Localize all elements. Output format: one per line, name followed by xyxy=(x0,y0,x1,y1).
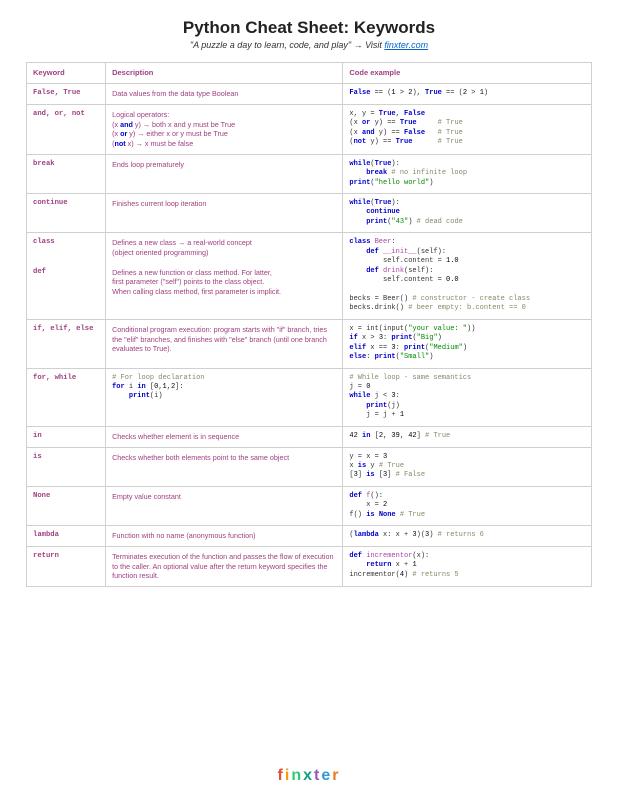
keyword-cell: continue xyxy=(27,194,106,233)
keyword-cell: return xyxy=(27,546,106,586)
description-cell: Data values from the data type Boolean xyxy=(106,84,343,105)
keywords-table: Keyword Description Code example False, … xyxy=(26,62,592,587)
table-row: NoneEmpty value constantdef f(): x = 2 f… xyxy=(27,486,592,525)
table-row: class defDefines a new class → a real-wo… xyxy=(27,233,592,320)
code-cell: False == (1 > 2), True == (2 > 1) xyxy=(343,84,592,105)
description-cell: Empty value constant xyxy=(106,486,343,525)
table-row: if, elif, elseConditional program execut… xyxy=(27,319,592,368)
footer-letter: e xyxy=(321,767,332,784)
keyword-cell: None xyxy=(27,486,106,525)
table-row: breakEnds loop prematurelywhile(True): b… xyxy=(27,154,592,193)
keyword-cell: break xyxy=(27,154,106,193)
code-cell: def f(): x = 2 f() is None # True xyxy=(343,486,592,525)
table-row: False, TrueData values from the data typ… xyxy=(27,84,592,105)
table-row: for, while# For loop declaration for i i… xyxy=(27,368,592,426)
description-cell: Ends loop prematurely xyxy=(106,154,343,193)
keyword-cell: and, or, not xyxy=(27,104,106,154)
table-row: and, or, notLogical operators:(x and y) … xyxy=(27,104,592,154)
code-cell: while(True): break # no infinite loop pr… xyxy=(343,154,592,193)
description-cell: Conditional program execution: program s… xyxy=(106,319,343,368)
table-row: isChecks whether both elements point to … xyxy=(27,447,592,486)
description-cell: Logical operators:(x and y) → both x and… xyxy=(106,104,343,154)
footer-letter: r xyxy=(332,767,340,784)
header-description: Description xyxy=(106,63,343,84)
footer-letter: n xyxy=(291,767,303,784)
keyword-cell: in xyxy=(27,426,106,447)
footer-letter: x xyxy=(303,767,314,784)
code-cell: (lambda x: x + 3)(3) # returns 6 xyxy=(343,526,592,547)
code-cell: while(True): continue print("43") # dead… xyxy=(343,194,592,233)
description-cell: Checks whether both elements point to th… xyxy=(106,447,343,486)
description-cell: Function with no name (anonymous functio… xyxy=(106,526,343,547)
table-row: continueFinishes current loop iterationw… xyxy=(27,194,592,233)
table-header-row: Keyword Description Code example xyxy=(27,63,592,84)
header-keyword: Keyword xyxy=(27,63,106,84)
table-row: returnTerminates execution of the functi… xyxy=(27,546,592,586)
footer-logo: finxter xyxy=(0,767,618,785)
description-cell: Defines a new class → a real-world conce… xyxy=(106,233,343,320)
table-row: lambdaFunction with no name (anonymous f… xyxy=(27,526,592,547)
header-code: Code example xyxy=(343,63,592,84)
footer-letter: f xyxy=(278,767,285,784)
subtitle-link[interactable]: finxter.com xyxy=(384,40,428,50)
keyword-cell: is xyxy=(27,447,106,486)
code-cell: # While loop - same semantics j = 0 whil… xyxy=(343,368,592,426)
description-cell: Finishes current loop iteration xyxy=(106,194,343,233)
description-cell: Checks whether element is in sequence xyxy=(106,426,343,447)
keyword-cell: False, True xyxy=(27,84,106,105)
keyword-cell: lambda xyxy=(27,526,106,547)
description-cell: # For loop declaration for i in [0,1,2]:… xyxy=(106,368,343,426)
code-cell: y = x = 3 x is y # True [3] is [3] # Fal… xyxy=(343,447,592,486)
subtitle-text: "A puzzle a day to learn, code, and play… xyxy=(190,40,385,50)
code-cell: x, y = True, False (x or y) == True # Tr… xyxy=(343,104,592,154)
code-cell: x = int(input("your value: ")) if x > 3:… xyxy=(343,319,592,368)
page-title: Python Cheat Sheet: Keywords xyxy=(26,18,592,38)
code-cell: def incrementor(x): return x + 1 increme… xyxy=(343,546,592,586)
keyword-cell: for, while xyxy=(27,368,106,426)
keyword-cell: class def xyxy=(27,233,106,320)
code-cell: 42 in [2, 39, 42] # True xyxy=(343,426,592,447)
code-cell: class Beer: def __init__(self): self.con… xyxy=(343,233,592,320)
description-cell: Terminates execution of the function and… xyxy=(106,546,343,586)
page-subtitle: "A puzzle a day to learn, code, and play… xyxy=(26,40,592,50)
table-row: inChecks whether element is in sequence4… xyxy=(27,426,592,447)
keyword-cell: if, elif, else xyxy=(27,319,106,368)
